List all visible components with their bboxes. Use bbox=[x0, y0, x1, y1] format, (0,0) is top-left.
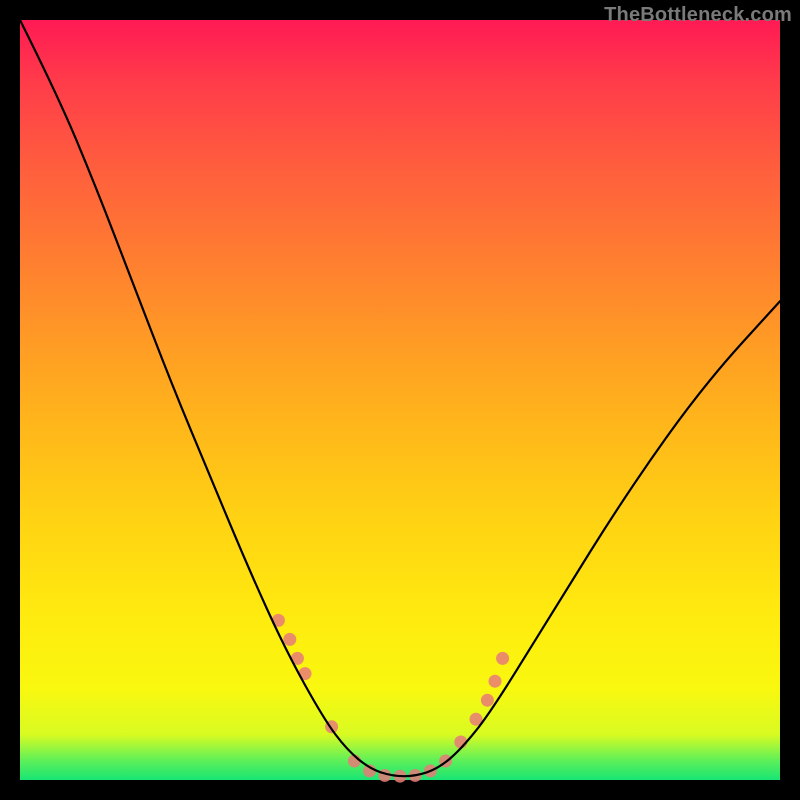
scatter-point bbox=[481, 694, 494, 707]
watermark-text: TheBottleneck.com bbox=[604, 4, 792, 27]
scatter-group bbox=[272, 614, 509, 783]
chart-svg bbox=[20, 20, 780, 780]
scatter-point bbox=[283, 633, 296, 646]
scatter-point bbox=[489, 675, 502, 688]
bottleneck-curve bbox=[20, 20, 780, 776]
scatter-point bbox=[496, 652, 509, 665]
chart-frame: TheBottleneck.com bbox=[0, 0, 800, 800]
